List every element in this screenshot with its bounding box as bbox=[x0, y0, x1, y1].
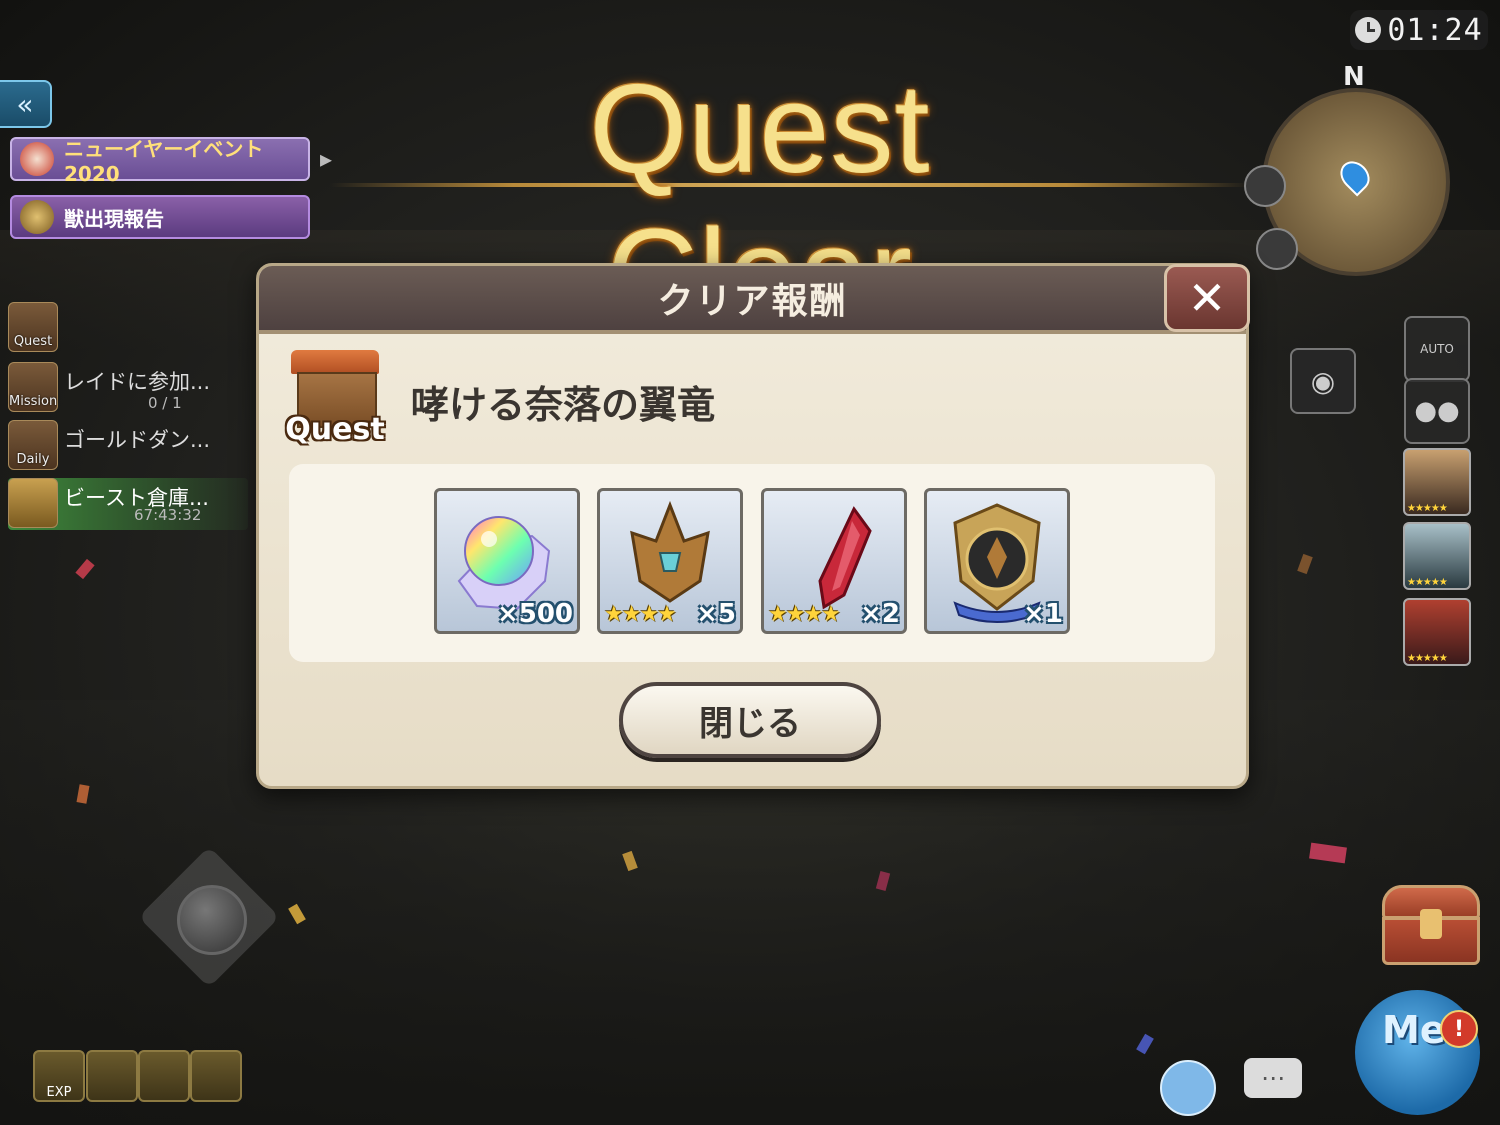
event-banner-label: 獣出現報告 bbox=[64, 206, 164, 231]
drop-boost-icon[interactable] bbox=[190, 1050, 242, 1102]
mission-row-daily[interactable]: Daily ゴールドダン... bbox=[8, 420, 248, 472]
quest-tab-icon: Quest bbox=[8, 302, 58, 352]
camera-button[interactable]: ◉ bbox=[1290, 348, 1356, 414]
reward-item-rainbow-crystal[interactable]: ×500 bbox=[434, 488, 580, 634]
menu-label: Me bbox=[1382, 1008, 1446, 1052]
daruma-icon bbox=[20, 142, 54, 176]
joystick-knob[interactable] bbox=[177, 885, 247, 955]
quest-name: 哮ける奈落の翼竜 bbox=[411, 383, 716, 427]
lock-icon bbox=[1420, 909, 1442, 939]
quest-badge-label: Quest bbox=[285, 412, 385, 447]
mission-countdown: 67:43:32 bbox=[134, 506, 202, 524]
mission-row-raid[interactable]: Mission レイドに参加... 0 / 1 bbox=[8, 362, 248, 414]
daily-tab-icon: Daily bbox=[8, 420, 58, 470]
close-button[interactable]: 閉じる bbox=[619, 682, 881, 758]
beast-mask-icon bbox=[20, 200, 54, 234]
reward-count: ×500 bbox=[496, 599, 573, 629]
close-icon: ✕ bbox=[1187, 271, 1227, 325]
clock-icon bbox=[1355, 17, 1382, 43]
elapsed-timer: 01:24 bbox=[1350, 10, 1488, 50]
mission-text: レイドに参加... bbox=[64, 370, 211, 394]
mission-progress: 0 / 1 bbox=[148, 394, 182, 412]
virtual-joystick[interactable] bbox=[138, 846, 280, 988]
party-icon: ●● bbox=[1414, 396, 1460, 426]
party-button[interactable]: ●● bbox=[1404, 378, 1470, 444]
rarity-stars: ★★★★★ bbox=[1407, 653, 1448, 664]
treasure-chest-icon[interactable] bbox=[1382, 885, 1480, 965]
storage-chest-icon bbox=[8, 478, 58, 528]
event-banner-label: ニューイヤーイベント2020 bbox=[64, 136, 264, 186]
chevron-right-icon[interactable]: ▸ bbox=[320, 145, 332, 173]
rarity-stars: ★★★★ bbox=[604, 602, 677, 627]
mission-row-beast-storage[interactable]: ビースト倉庫... 67:43:32 bbox=[8, 478, 248, 530]
event-banner-beast-report[interactable]: 獣出現報告 bbox=[10, 195, 310, 239]
back-button[interactable]: « bbox=[0, 80, 52, 128]
exp-boost-icon[interactable]: EXP bbox=[33, 1050, 85, 1102]
emblem-roof bbox=[291, 350, 379, 374]
mission-text: ゴールドダン... bbox=[64, 428, 211, 452]
dialog-close-button[interactable]: ✕ bbox=[1164, 264, 1250, 332]
timer-value: 01:24 bbox=[1387, 12, 1483, 48]
confetti-piece bbox=[1297, 553, 1313, 575]
party-member-portrait[interactable]: ★★★★★ bbox=[1403, 522, 1471, 590]
mission-tab-icon: Mission bbox=[8, 362, 58, 412]
rarity-stars: ★★★★★ bbox=[1407, 577, 1448, 588]
rarity-stars: ★★★★ bbox=[768, 602, 841, 627]
rarity-stars: ★★★★★ bbox=[1407, 503, 1448, 514]
reward-item-red-feather[interactable]: ★★★★ ×2 bbox=[761, 488, 907, 634]
party-member-portrait[interactable]: ★★★★★ bbox=[1403, 448, 1471, 516]
reward-item-bronze-helm[interactable]: ★★★★ ×5 bbox=[597, 488, 743, 634]
dialog-title: クリア報酬 bbox=[657, 281, 848, 322]
compass-north-label: N bbox=[1343, 62, 1365, 92]
reward-item-crest-emblem[interactable]: ×1 bbox=[924, 488, 1070, 634]
reward-list: ×500 ★★★★ ×5 ★★★★ ×2 ×1 bbox=[289, 464, 1215, 662]
clear-reward-dialog: クリア報酬 ✕ Quest 哮ける奈落の翼竜 ×500 ★★★★ ×5 ★★★★… bbox=[256, 263, 1250, 789]
confetti-piece bbox=[75, 558, 95, 580]
speed-boost-icon[interactable] bbox=[138, 1050, 190, 1102]
dialog-header: クリア報酬 bbox=[259, 266, 1246, 334]
reward-count: ×5 bbox=[696, 599, 736, 629]
video-camera-icon: ◉ bbox=[1310, 364, 1336, 398]
auto-label: AUTO bbox=[1420, 342, 1454, 356]
quest-emblem-icon: Quest bbox=[285, 350, 385, 447]
mission-row-quest[interactable]: Quest bbox=[8, 302, 248, 354]
gold-boost-icon[interactable] bbox=[86, 1050, 138, 1102]
auto-button[interactable]: AUTO bbox=[1404, 316, 1470, 382]
party-member-portrait[interactable]: ★★★★★ bbox=[1403, 598, 1471, 666]
pet-button[interactable] bbox=[1256, 228, 1298, 270]
map-toggle-button[interactable] bbox=[1244, 165, 1286, 207]
chat-icon[interactable]: ⋯ bbox=[1244, 1058, 1302, 1098]
notification-alert-icon: ! bbox=[1440, 1010, 1478, 1048]
reward-count: ×2 bbox=[860, 599, 900, 629]
reward-count: ×1 bbox=[1023, 599, 1063, 629]
double-chevron-left-icon: « bbox=[16, 87, 34, 121]
emote-face-icon[interactable] bbox=[1160, 1060, 1216, 1116]
event-banner-newyear[interactable]: ニューイヤーイベント2020 bbox=[10, 137, 310, 186]
